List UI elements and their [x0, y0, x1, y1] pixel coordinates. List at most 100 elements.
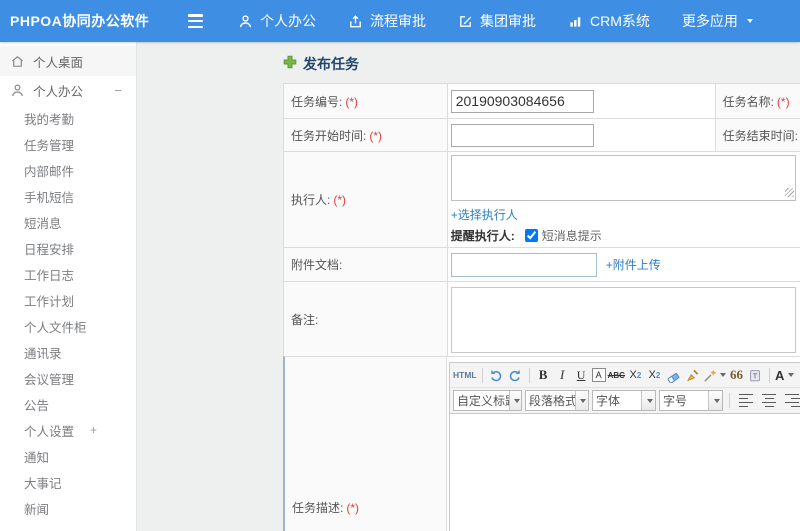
blockquote-button[interactable]: 66 [728, 366, 745, 384]
sidebar-item-meeting-management[interactable]: 会议管理 [0, 365, 136, 391]
sidebar-item-memorabilia[interactable]: 大事记 [0, 469, 136, 495]
task-no-label-cell: 任务编号: (*) [283, 83, 448, 119]
start-time-label: 任务开始时间: [291, 128, 367, 143]
editor-toolbar-row-2: 自定义标题 段落格式 字体 字号 [450, 387, 800, 413]
caret-down-icon [509, 391, 521, 410]
sidebar-item-news[interactable]: 新闻 [0, 495, 136, 521]
sidebar: 个人桌面 个人办公 − 我的考勤 任务管理 内部邮件 手机短信 短消息 日程安排… [0, 42, 137, 531]
superscript-button[interactable]: X2 [627, 366, 644, 384]
font-family-select[interactable]: 字体 [592, 390, 656, 411]
task-no-input[interactable] [450, 89, 594, 113]
task-name-label-cell: 任务名称: (*) [714, 83, 800, 119]
font-size-select[interactable]: 字号 [659, 390, 723, 411]
sidebar-item-label: 个人桌面 [33, 55, 84, 70]
align-right-icon[interactable] [784, 393, 800, 409]
align-left-icon[interactable] [738, 393, 754, 409]
brush-icon[interactable] [684, 366, 701, 384]
app-logo: PHPOA协同办公软件 [10, 13, 150, 29]
sms-remind-checkbox[interactable] [524, 229, 538, 242]
remark-label-cell: 备注: [283, 281, 448, 358]
sidebar-item-personal-settings[interactable]: 个人设置 + [0, 417, 136, 443]
nav-label: 个人办公 [260, 13, 316, 29]
bold-button[interactable]: B [535, 366, 552, 384]
attachment-label-cell: 附件文档: [283, 247, 448, 282]
task-description-editor-area[interactable] [450, 413, 800, 531]
remark-label: 备注: [291, 313, 319, 327]
sidebar-item-schedule[interactable]: 日程安排 [0, 235, 136, 261]
caret-down-icon [575, 391, 588, 410]
sms-remind-label: 短消息提示 [541, 229, 602, 243]
subscript-button[interactable]: X2 [646, 366, 663, 384]
attachment-label: 附件文档: [291, 258, 343, 272]
collapse-icon[interactable]: − [114, 83, 122, 98]
top-bar: PHPOA协同办公软件 个人办公 流程审批 集团审批 CRM系统 更多应用 [0, 0, 800, 42]
user-icon [10, 83, 25, 98]
remark-textarea[interactable] [450, 286, 796, 353]
paragraph-format-select[interactable]: 段落格式 [525, 390, 589, 411]
nav-label: 更多应用 [681, 13, 738, 29]
underline-button[interactable]: U [573, 366, 590, 384]
description-section: 任务描述: (*) HTML B I U A ABC X2 X2 66 T A … [283, 356, 800, 531]
task-no-label: 任务编号: [291, 94, 343, 109]
redo-icon[interactable] [507, 366, 524, 384]
undo-icon[interactable] [488, 366, 505, 384]
sidebar-item-short-message[interactable]: 短消息 [0, 209, 136, 235]
green-plus-icon [283, 55, 297, 74]
start-time-label-cell: 任务开始时间: (*) [283, 118, 448, 152]
nav-crm-system[interactable]: CRM系统 [568, 11, 650, 31]
executor-label: 执行人: [291, 193, 331, 207]
strikethrough-button[interactable]: ABC [608, 366, 625, 384]
font-color-button[interactable]: A [775, 366, 795, 384]
attachment-input[interactable] [450, 252, 597, 277]
sidebar-item-personal-file-cabinet[interactable]: 个人文件柜 [0, 313, 136, 339]
sidebar-item-notice[interactable]: 通知 [0, 443, 136, 469]
expand-icon[interactable]: + [90, 423, 97, 437]
end-time-label-cell: 任务结束时间:(*) [714, 118, 800, 152]
edit-square-icon [458, 14, 473, 29]
sidebar-item-personal-desktop[interactable]: 个人桌面 [0, 46, 136, 76]
sidebar-item-announcement[interactable]: 公告 [0, 391, 136, 417]
executor-label-cell: 执行人: (*) [283, 151, 448, 248]
boxed-a-button[interactable]: A [591, 368, 606, 382]
description-label-cell: 任务描述: (*) [285, 357, 447, 531]
rich-text-editor: HTML B I U A ABC X2 X2 66 T A 自定义标 段落格式 … [449, 362, 800, 531]
caret-down-icon [746, 19, 753, 23]
sidebar-item-work-plan[interactable]: 工作计划 [0, 287, 136, 313]
paste-icon[interactable]: T [747, 366, 764, 384]
end-time-label: 任务结束时间: [722, 128, 798, 143]
nav-label: 集团审批 [480, 13, 536, 29]
magic-wand-icon[interactable] [703, 366, 726, 384]
sidebar-item-mobile-sms[interactable]: 手机短信 [0, 183, 136, 209]
nav-label: 流程审批 [370, 13, 426, 29]
nav-more-apps[interactable]: 更多应用 [682, 11, 753, 31]
sidebar-item-label: 个人办公 [33, 85, 84, 99]
sidebar-item-my-attendance[interactable]: 我的考勤 [0, 105, 136, 131]
sidebar-item-contacts[interactable]: 通讯录 [0, 339, 136, 365]
sidebar-item-personal-office[interactable]: 个人办公 − [0, 76, 136, 105]
start-time-input[interactable] [450, 123, 594, 147]
process-approval-icon [348, 14, 363, 29]
svg-text:T: T [753, 371, 758, 380]
custom-title-select[interactable]: 自定义标题 [453, 390, 522, 411]
italic-button[interactable]: I [554, 366, 571, 384]
align-center-icon[interactable] [761, 393, 777, 409]
select-executor-link[interactable]: +选择执行人 [451, 206, 800, 223]
caret-down-icon [641, 391, 655, 410]
sidebar-item-internal-mail[interactable]: 内部邮件 [0, 157, 136, 183]
nav-personal-office[interactable]: 个人办公 [238, 11, 316, 31]
page-title: 发布任务 [303, 56, 359, 72]
task-name-label: 任务名称: [722, 94, 774, 109]
attachment-upload-link[interactable]: +附件上传 [606, 256, 661, 273]
eraser-icon[interactable] [665, 366, 682, 384]
nav-process-approval[interactable]: 流程审批 [348, 11, 426, 31]
task-form-table: 任务编号:(*) 任务名称:(*) 任务开始时间:(*) 任务结束时间:(*) … [283, 83, 800, 358]
page-header: 发布任务 [283, 54, 359, 74]
sidebar-item-work-log[interactable]: 工作日志 [0, 261, 136, 287]
sidebar-item-task-management[interactable]: 任务管理 [0, 131, 136, 157]
top-nav: 个人办公 流程审批 集团审批 CRM系统 更多应用 [238, 11, 753, 31]
html-source-button[interactable]: HTML [453, 366, 477, 384]
home-icon [10, 54, 25, 69]
nav-group-approval[interactable]: 集团审批 [458, 11, 536, 31]
executor-textarea[interactable] [450, 155, 796, 201]
menu-icon[interactable] [188, 14, 206, 28]
